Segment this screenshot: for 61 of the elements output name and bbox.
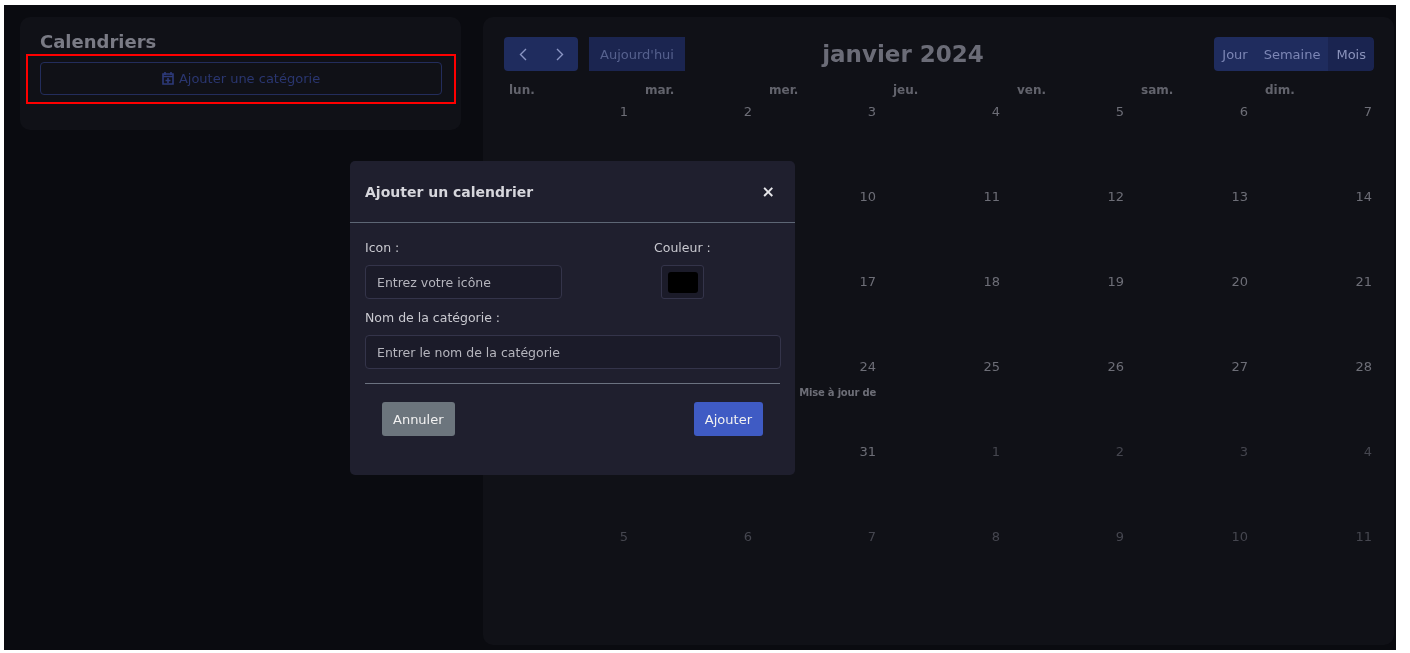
day-number: 27	[1231, 358, 1248, 376]
sidebar-title: Calendriers	[40, 31, 158, 53]
calendar-plus-icon	[161, 72, 174, 85]
weekday-header: sam.	[1140, 83, 1175, 99]
day-number: 10	[1231, 528, 1248, 546]
view-tab[interactable]: Semaine	[1255, 37, 1329, 71]
day-number: 17	[859, 273, 876, 291]
weekday-header: mar.	[644, 83, 676, 99]
day-number: 28	[1355, 358, 1372, 376]
day-number: 2	[1115, 443, 1124, 461]
event-label[interactable]: Mise à jour de	[799, 387, 876, 398]
weekday-header: ven.	[1016, 83, 1048, 99]
add-button[interactable]: Ajouter	[693, 402, 763, 436]
day-number: 7	[1363, 103, 1372, 121]
day-number: 21	[1355, 273, 1372, 291]
day-number: 31	[859, 443, 876, 461]
month-title: janvier 2024	[822, 41, 984, 67]
day-number: 4	[991, 103, 1000, 121]
color-picker[interactable]	[661, 265, 704, 299]
day-number: 11	[983, 188, 1000, 206]
field-label: Nom de la catégorie :	[365, 310, 502, 325]
day-number: 11	[1355, 528, 1372, 546]
day-number: 3	[867, 103, 876, 121]
day-number: 10	[859, 188, 876, 206]
view-tab[interactable]: Mois	[1328, 37, 1374, 71]
cancel-button[interactable]: Annuler	[382, 402, 455, 436]
field-label: Couleur :	[654, 240, 711, 255]
day-number: 7	[867, 528, 876, 546]
day-number: 24	[859, 358, 876, 376]
icon-input[interactable]: Entrez votre icône	[365, 265, 562, 299]
close-button[interactable]: ×	[756, 182, 780, 201]
day-number: 4	[1363, 443, 1372, 461]
day-number: 13	[1231, 188, 1248, 206]
day-number: 8	[991, 528, 1000, 546]
dialog-title: Ajouter un calendrier	[365, 183, 534, 200]
day-number: 3	[1239, 443, 1248, 461]
chevron-left-icon	[518, 47, 527, 61]
day-number: 6	[743, 528, 752, 546]
weekday-header: dim.	[1264, 83, 1296, 99]
view-tab[interactable]: Jour	[1214, 37, 1256, 71]
day-number: 20	[1231, 273, 1248, 291]
day-number: 19	[1107, 273, 1124, 291]
day-number: 5	[619, 528, 628, 546]
day-number: 5	[1115, 103, 1124, 121]
field-label: Icon :	[365, 240, 401, 255]
name-input[interactable]: Entrer le nom de la catégorie	[365, 335, 781, 369]
day-number: 1	[991, 443, 1000, 461]
chevron-right-icon	[555, 47, 564, 61]
day-number: 25	[983, 358, 1000, 376]
weekday-header: mer.	[768, 83, 800, 99]
day-number: 6	[1239, 103, 1248, 121]
today-button[interactable]: Aujourd'hui	[589, 37, 685, 71]
weekday-header: lun.	[508, 83, 536, 99]
day-number: 2	[743, 103, 752, 121]
day-number: 12	[1107, 188, 1124, 206]
day-number: 26	[1107, 358, 1124, 376]
day-number: 9	[1115, 528, 1124, 546]
day-number: 18	[983, 273, 1000, 291]
day-number: 1	[619, 103, 628, 121]
day-number: 14	[1355, 188, 1372, 206]
weekday-header: jeu.	[891, 83, 920, 99]
